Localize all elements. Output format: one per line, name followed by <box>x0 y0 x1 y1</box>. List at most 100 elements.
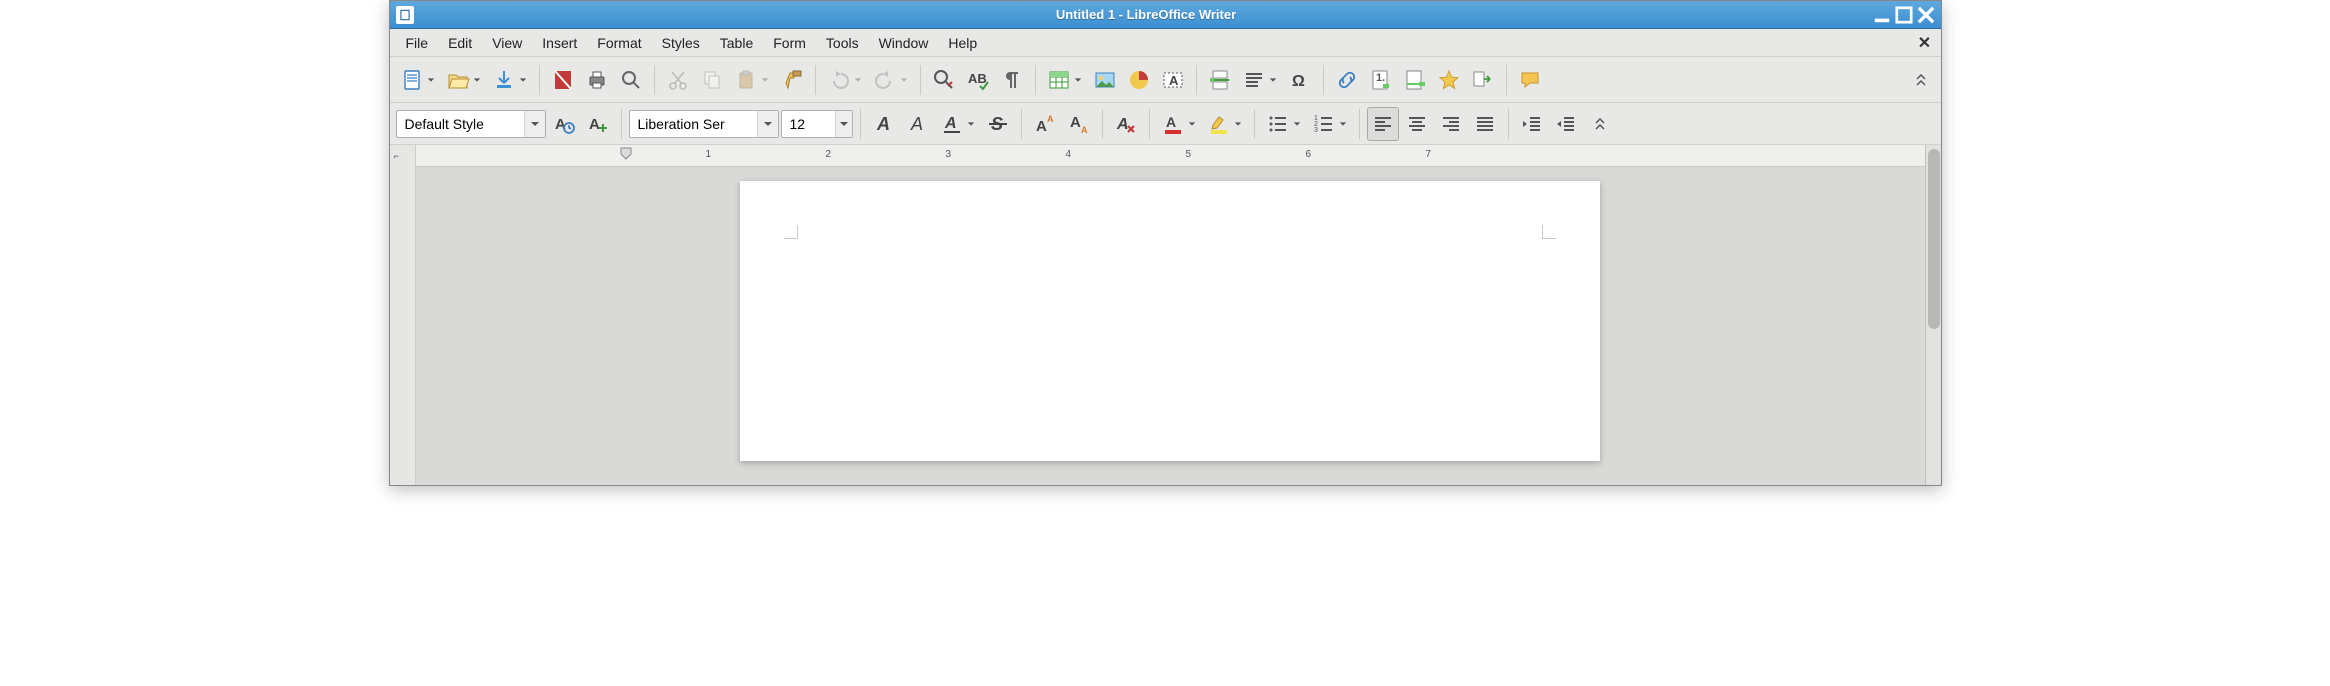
align-right-button[interactable] <box>1435 107 1467 141</box>
cut-button[interactable] <box>662 63 694 97</box>
font-size-combo[interactable] <box>781 110 853 138</box>
standard-toolbar: AB A Ω <box>390 57 1941 103</box>
dropdown-icon[interactable] <box>760 76 770 84</box>
clear-formatting-button[interactable]: A <box>1110 107 1142 141</box>
dropdown-icon[interactable] <box>966 120 976 128</box>
menu-view[interactable]: View <box>482 31 532 55</box>
find-replace-button[interactable] <box>928 63 960 97</box>
insert-field-button[interactable] <box>1238 63 1282 97</box>
dropdown-icon[interactable] <box>899 76 909 84</box>
strikethrough-button[interactable]: S <box>982 107 1014 141</box>
menu-file[interactable]: File <box>396 31 439 55</box>
special-character-button[interactable]: Ω <box>1284 63 1316 97</box>
font-name-input[interactable] <box>630 111 758 137</box>
horizontal-ruler[interactable]: 1 2 3 4 5 6 7 <box>416 145 1925 167</box>
update-style-button[interactable]: A <box>548 107 580 141</box>
vertical-ruler[interactable]: ⌐ <box>390 145 416 485</box>
font-color-button[interactable]: A <box>1157 107 1201 141</box>
dropdown-icon[interactable] <box>1073 76 1083 84</box>
new-style-button[interactable]: A <box>582 107 614 141</box>
footnote-button[interactable]: 1. <box>1365 63 1397 97</box>
italic-button[interactable]: A <box>902 107 934 141</box>
insert-image-button[interactable] <box>1089 63 1121 97</box>
maximize-button[interactable] <box>1895 7 1913 23</box>
minimize-button[interactable] <box>1873 7 1891 23</box>
close-button[interactable] <box>1917 7 1935 23</box>
dropdown-icon[interactable] <box>1268 76 1278 84</box>
superscript-button[interactable]: AA <box>1029 107 1061 141</box>
page-break-button[interactable] <box>1204 63 1236 97</box>
dropdown-icon[interactable] <box>757 111 777 137</box>
highlight-color-button[interactable] <box>1203 107 1247 141</box>
indent-marker-icon[interactable] <box>620 147 632 163</box>
align-center-button[interactable] <box>1401 107 1433 141</box>
dropdown-icon[interactable] <box>518 76 528 84</box>
vertical-scrollbar[interactable] <box>1925 145 1941 485</box>
insert-textbox-button[interactable]: A <box>1157 63 1189 97</box>
export-pdf-button[interactable] <box>547 63 579 97</box>
separator <box>621 109 622 139</box>
clone-formatting-button[interactable] <box>776 63 808 97</box>
menu-insert[interactable]: Insert <box>532 31 587 55</box>
bold-button[interactable]: A <box>868 107 900 141</box>
spellcheck-button[interactable]: AB <box>962 63 994 97</box>
svg-text:A: A <box>589 116 600 133</box>
font-size-input[interactable] <box>782 111 835 137</box>
paragraph-style-combo[interactable] <box>396 110 546 138</box>
new-document-button[interactable] <box>396 63 440 97</box>
dropdown-icon[interactable] <box>1338 120 1348 128</box>
menu-format[interactable]: Format <box>587 31 651 55</box>
toolbar-more-button[interactable] <box>1905 63 1935 97</box>
document-page[interactable] <box>740 181 1600 461</box>
svg-text:A: A <box>944 115 957 132</box>
save-button[interactable] <box>488 63 532 97</box>
open-button[interactable] <box>442 63 486 97</box>
increase-indent-button[interactable] <box>1516 107 1548 141</box>
insert-chart-button[interactable] <box>1123 63 1155 97</box>
font-name-combo[interactable] <box>629 110 779 138</box>
menu-window[interactable]: Window <box>869 31 939 55</box>
toolbar-more-button[interactable] <box>1584 107 1614 141</box>
ruler-tick-label: 6 <box>1306 149 1312 160</box>
scrollbar-thumb[interactable] <box>1928 149 1940 329</box>
dropdown-icon[interactable] <box>472 76 482 84</box>
dropdown-icon[interactable] <box>1187 120 1197 128</box>
dropdown-icon[interactable] <box>835 111 852 137</box>
favorite-button[interactable] <box>1433 63 1465 97</box>
print-preview-button[interactable] <box>615 63 647 97</box>
separator <box>920 65 921 95</box>
hyperlink-button[interactable] <box>1331 63 1363 97</box>
undo-button[interactable] <box>823 63 867 97</box>
copy-button[interactable] <box>696 63 728 97</box>
decrease-indent-button[interactable] <box>1550 107 1582 141</box>
print-button[interactable] <box>581 63 613 97</box>
paragraph-style-input[interactable] <box>397 111 525 137</box>
menu-edit[interactable]: Edit <box>438 31 482 55</box>
underline-button[interactable]: A <box>936 107 980 141</box>
insert-table-button[interactable] <box>1043 63 1087 97</box>
bullet-list-button[interactable] <box>1262 107 1306 141</box>
subscript-button[interactable]: AA <box>1063 107 1095 141</box>
numbered-list-button[interactable]: 123 <box>1308 107 1352 141</box>
close-document-icon[interactable]: ✕ <box>1915 33 1935 53</box>
dropdown-icon[interactable] <box>524 111 544 137</box>
dropdown-icon[interactable] <box>1292 120 1302 128</box>
comment-button[interactable] <box>1514 63 1546 97</box>
paste-button[interactable] <box>730 63 774 97</box>
dropdown-icon[interactable] <box>426 76 436 84</box>
page-area[interactable] <box>416 167 1925 485</box>
formatting-marks-button[interactable] <box>996 63 1028 97</box>
menu-tools[interactable]: Tools <box>816 31 869 55</box>
cross-reference-button[interactable] <box>1467 63 1499 97</box>
bookmark-button[interactable] <box>1399 63 1431 97</box>
menu-help[interactable]: Help <box>938 31 987 55</box>
align-left-button[interactable] <box>1367 107 1399 141</box>
dropdown-icon[interactable] <box>1233 120 1243 128</box>
dropdown-icon[interactable] <box>853 76 863 84</box>
menu-form[interactable]: Form <box>763 31 816 55</box>
menu-table[interactable]: Table <box>710 31 763 55</box>
redo-button[interactable] <box>869 63 913 97</box>
align-justify-button[interactable] <box>1469 107 1501 141</box>
menu-styles[interactable]: Styles <box>652 31 710 55</box>
margin-corner-icon <box>784 225 798 239</box>
